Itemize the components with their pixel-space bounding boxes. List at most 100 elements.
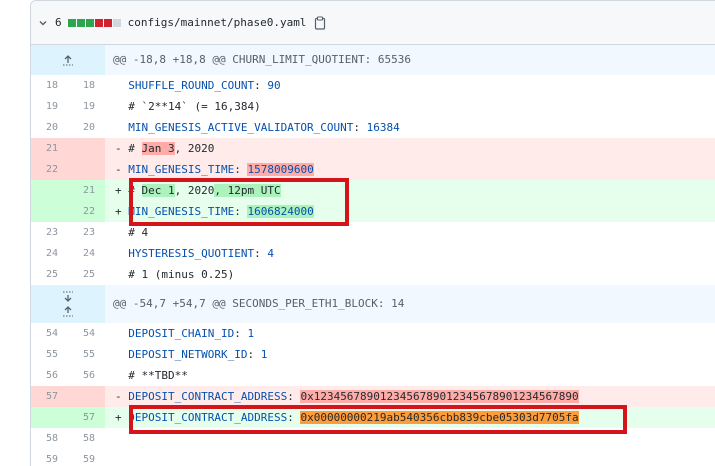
copy-icon[interactable] bbox=[314, 15, 326, 30]
diffstat-block bbox=[76, 18, 85, 27]
separator: : bbox=[254, 79, 268, 92]
code-prefix: - bbox=[115, 390, 129, 403]
old-line-number[interactable]: 19 bbox=[31, 96, 68, 117]
diffstat-block bbox=[112, 18, 121, 27]
new-line-number bbox=[68, 386, 105, 407]
diff-line-added: 22 + MIN_GENESIS_TIME: 1606824000 bbox=[31, 201, 715, 222]
yaml-key: MIN_GENESIS_TIME bbox=[128, 205, 235, 218]
code-mid: , 2020 bbox=[174, 184, 215, 197]
code-text: DEPOSIT_NETWORK_ID: 1 bbox=[105, 344, 715, 365]
yaml-key: DEPOSIT_CONTRACT_ADDRESS bbox=[128, 390, 288, 403]
prefix bbox=[115, 121, 122, 134]
old-line-number[interactable]: 23 bbox=[31, 222, 68, 243]
prefix bbox=[115, 348, 122, 361]
code-text: # `2**14` (= 16,384) bbox=[115, 100, 261, 113]
new-line-number[interactable]: 25 bbox=[68, 264, 105, 285]
old-line-number[interactable]: 25 bbox=[31, 264, 68, 285]
new-line-number[interactable]: 55 bbox=[68, 344, 105, 365]
old-line-number[interactable]: 18 bbox=[31, 75, 68, 96]
new-line-number[interactable]: 58 bbox=[68, 428, 105, 449]
diffstat-block bbox=[94, 18, 103, 27]
old-line-number[interactable]: 21 bbox=[31, 138, 68, 159]
separator: : bbox=[234, 327, 248, 340]
separator: : bbox=[234, 205, 248, 218]
new-line-number[interactable]: 57 bbox=[68, 407, 105, 428]
code-text: MIN_GENESIS_ACTIVE_VALIDATOR_COUNT: 1638… bbox=[105, 117, 715, 138]
old-line-number bbox=[31, 201, 68, 222]
chevron-down-icon[interactable] bbox=[37, 17, 49, 29]
separator: : bbox=[287, 390, 301, 403]
diffstat-block bbox=[85, 18, 94, 27]
new-line-number[interactable]: 24 bbox=[68, 243, 105, 264]
prefix bbox=[115, 79, 122, 92]
code-text: + MIN_GENESIS_TIME: 1606824000 bbox=[105, 201, 715, 222]
diff-line-added: 21 + # Dec 1, 2020, 12pm UTC bbox=[31, 180, 715, 201]
yaml-key: MIN_GENESIS_ACTIVE_VALIDATOR_COUNT bbox=[128, 121, 354, 134]
prefix bbox=[115, 327, 122, 340]
code-prefix: + bbox=[115, 411, 129, 424]
highlight-added: 1606824000 bbox=[247, 205, 314, 218]
diff-line-deleted: 22 - MIN_GENESIS_TIME: 1578009600 bbox=[31, 159, 715, 180]
old-line-number bbox=[31, 407, 68, 428]
expand-up-button[interactable] bbox=[31, 45, 105, 75]
yaml-value: 1 bbox=[247, 327, 255, 340]
old-line-number[interactable]: 58 bbox=[31, 428, 68, 449]
yaml-key: DEPOSIT_CONTRACT_ADDRESS bbox=[128, 411, 288, 424]
code-text: - MIN_GENESIS_TIME: 1578009600 bbox=[105, 159, 715, 180]
old-line-number[interactable]: 20 bbox=[31, 117, 68, 138]
new-line-number[interactable]: 19 bbox=[68, 96, 105, 117]
expand-both-button[interactable] bbox=[31, 285, 105, 323]
diffstat bbox=[67, 18, 121, 27]
diff-line: 24 24 HYSTERESIS_QUOTIENT: 4 bbox=[31, 243, 715, 264]
prefix bbox=[115, 247, 122, 260]
file-path[interactable]: configs/mainnet/phase0.yaml bbox=[128, 16, 307, 29]
new-line-number[interactable]: 22 bbox=[68, 201, 105, 222]
new-line-number[interactable]: 21 bbox=[68, 180, 105, 201]
old-line-number[interactable]: 59 bbox=[31, 449, 68, 466]
yaml-key: MIN_GENESIS_TIME bbox=[128, 163, 235, 176]
new-line-number[interactable]: 20 bbox=[68, 117, 105, 138]
code-text: SHUFFLE_ROUND_COUNT: 90 bbox=[105, 75, 715, 96]
diff-line: 58 58 bbox=[31, 428, 715, 449]
diff-line: 19 19 # `2**14` (= 16,384) bbox=[31, 96, 715, 117]
new-line-number[interactable]: 54 bbox=[68, 323, 105, 344]
highlight-added: Dec 1 bbox=[141, 184, 175, 197]
code-text: + # Dec 1, 2020, 12pm UTC bbox=[105, 180, 715, 201]
new-line-number[interactable]: 18 bbox=[68, 75, 105, 96]
code-text: DEPOSIT_CHAIN_ID: 1 bbox=[105, 323, 715, 344]
yaml-key: DEPOSIT_NETWORK_ID bbox=[128, 348, 248, 361]
old-line-number[interactable]: 22 bbox=[31, 159, 68, 180]
diffstat-block bbox=[67, 18, 76, 27]
diff-line: 56 56 # **TBD** bbox=[31, 365, 715, 386]
diff-line: 59 59 bbox=[31, 449, 715, 466]
old-line-number[interactable]: 54 bbox=[31, 323, 68, 344]
code-text: # 4 bbox=[115, 226, 149, 239]
yaml-value: 1 bbox=[260, 348, 268, 361]
diff-line: 23 23 # 4 bbox=[31, 222, 715, 243]
old-line-number[interactable]: 55 bbox=[31, 344, 68, 365]
diff-line: 18 18 SHUFFLE_ROUND_COUNT: 90 bbox=[31, 75, 715, 96]
code-text: + DEPOSIT_CONTRACT_ADDRESS: 0x0000000021… bbox=[105, 407, 715, 428]
old-line-number[interactable]: 24 bbox=[31, 243, 68, 264]
code-text: HYSTERESIS_QUOTIENT: 4 bbox=[105, 243, 715, 264]
file-header: 6 configs/mainnet/phase0.yaml bbox=[31, 1, 715, 45]
code-suffix: , 2020 bbox=[174, 142, 215, 155]
new-line-number[interactable]: 23 bbox=[68, 222, 105, 243]
hunk-header: @@ -54,7 +54,7 @@ SECONDS_PER_ETH1_BLOCK… bbox=[31, 285, 715, 323]
old-line-number[interactable]: 57 bbox=[31, 386, 68, 407]
diff-line: 54 54 DEPOSIT_CHAIN_ID: 1 bbox=[31, 323, 715, 344]
diff-file: 6 configs/mainnet/phase0.yaml @@ -18,8 +… bbox=[30, 0, 715, 466]
old-line-number[interactable]: 56 bbox=[31, 365, 68, 386]
diff-line: 55 55 DEPOSIT_NETWORK_ID: 1 bbox=[31, 344, 715, 365]
highlight-added: 0x00000000219ab540356cbb839cbe05303d7705… bbox=[300, 411, 579, 424]
new-line-number bbox=[68, 159, 105, 180]
yaml-key: SHUFFLE_ROUND_COUNT bbox=[128, 79, 255, 92]
new-line-number[interactable]: 59 bbox=[68, 449, 105, 466]
new-line-number[interactable]: 56 bbox=[68, 365, 105, 386]
diffstat-block bbox=[103, 18, 112, 27]
separator: : bbox=[353, 121, 367, 134]
hunk-header-text: @@ -54,7 +54,7 @@ SECONDS_PER_ETH1_BLOCK… bbox=[105, 285, 715, 323]
code-prefix: - bbox=[115, 163, 129, 176]
